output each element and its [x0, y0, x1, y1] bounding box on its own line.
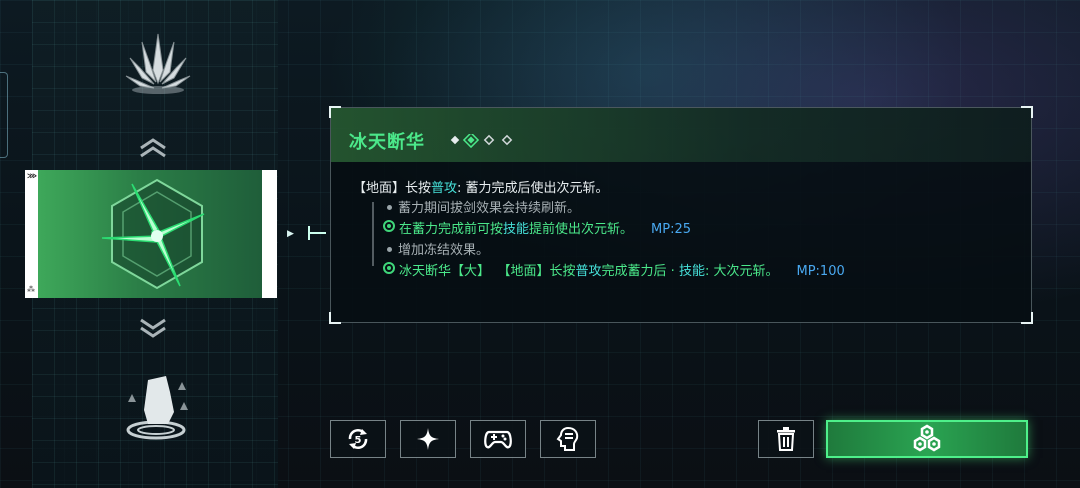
- mp-cost: MP:25: [651, 222, 692, 237]
- delete-button[interactable]: [758, 420, 814, 458]
- crossed-blades-skill-icon: [101, 178, 205, 290]
- card-marker: ⋙: [27, 172, 37, 180]
- trash-icon: [777, 427, 795, 451]
- upgrade-ring-icon: [383, 220, 395, 232]
- desc-line-3: 在蓄力完成前可按技能提前使出次元斩。 MP:25: [399, 222, 692, 237]
- hexagon-cluster-icon: [913, 424, 941, 452]
- gamepad-button[interactable]: [470, 420, 526, 458]
- tips-button[interactable]: [540, 420, 596, 458]
- skill-title: 冰天断华: [349, 132, 425, 153]
- gamepad-icon: [484, 430, 512, 449]
- connector-line: [308, 232, 326, 234]
- mp-cost: MP:100: [796, 264, 845, 279]
- dash-foot-icon[interactable]: [118, 372, 194, 444]
- cycle-5-button[interactable]: 5: [330, 420, 386, 458]
- upgrade-ring-icon: [383, 262, 395, 274]
- card-body: [38, 170, 262, 298]
- chevron-up-icon[interactable]: [138, 138, 168, 158]
- selection-arrow: ▶: [287, 229, 294, 239]
- frost-crystal-icon[interactable]: [120, 28, 196, 98]
- card-left-strip: ⋙ ⁂: [25, 170, 38, 298]
- tree-line: [372, 202, 374, 266]
- speech-head-icon: [556, 426, 579, 451]
- panel-header: [331, 108, 1031, 162]
- desc-line-5: 冰天断华【大】 【地面】长按普攻完成蓄力后 · 技能: 大次元斩。 MP:100: [399, 264, 845, 279]
- desc-line-1: 【地面】长按普攻: 蓄力完成后使出次元斩。: [353, 181, 609, 196]
- equip-confirm-button[interactable]: [826, 420, 1028, 458]
- desc-line-2: 蓄力期间拔剑效果会持续刷新。: [387, 197, 580, 216]
- card-badge: ⁂: [27, 285, 35, 294]
- left-edge-tab[interactable]: [0, 72, 8, 158]
- skill-level-indicator: [450, 134, 513, 148]
- sparkle-icon: [417, 428, 439, 450]
- skill-info-panel: 冰天断华 【地面】长按普攻: 蓄力完成后使出次元斩。 蓄力期间拔剑效果会持续刷新…: [329, 106, 1033, 324]
- selected-skill-card[interactable]: ⋙ ⁂: [25, 170, 277, 298]
- desc-line-4: 增加冻结效果。: [387, 239, 489, 258]
- refresh-5-icon: 5: [348, 429, 368, 449]
- svg-text:5: 5: [355, 435, 362, 446]
- card-right-strip: [262, 170, 277, 298]
- chevron-down-icon[interactable]: [138, 318, 168, 338]
- sparkle-button[interactable]: [400, 420, 456, 458]
